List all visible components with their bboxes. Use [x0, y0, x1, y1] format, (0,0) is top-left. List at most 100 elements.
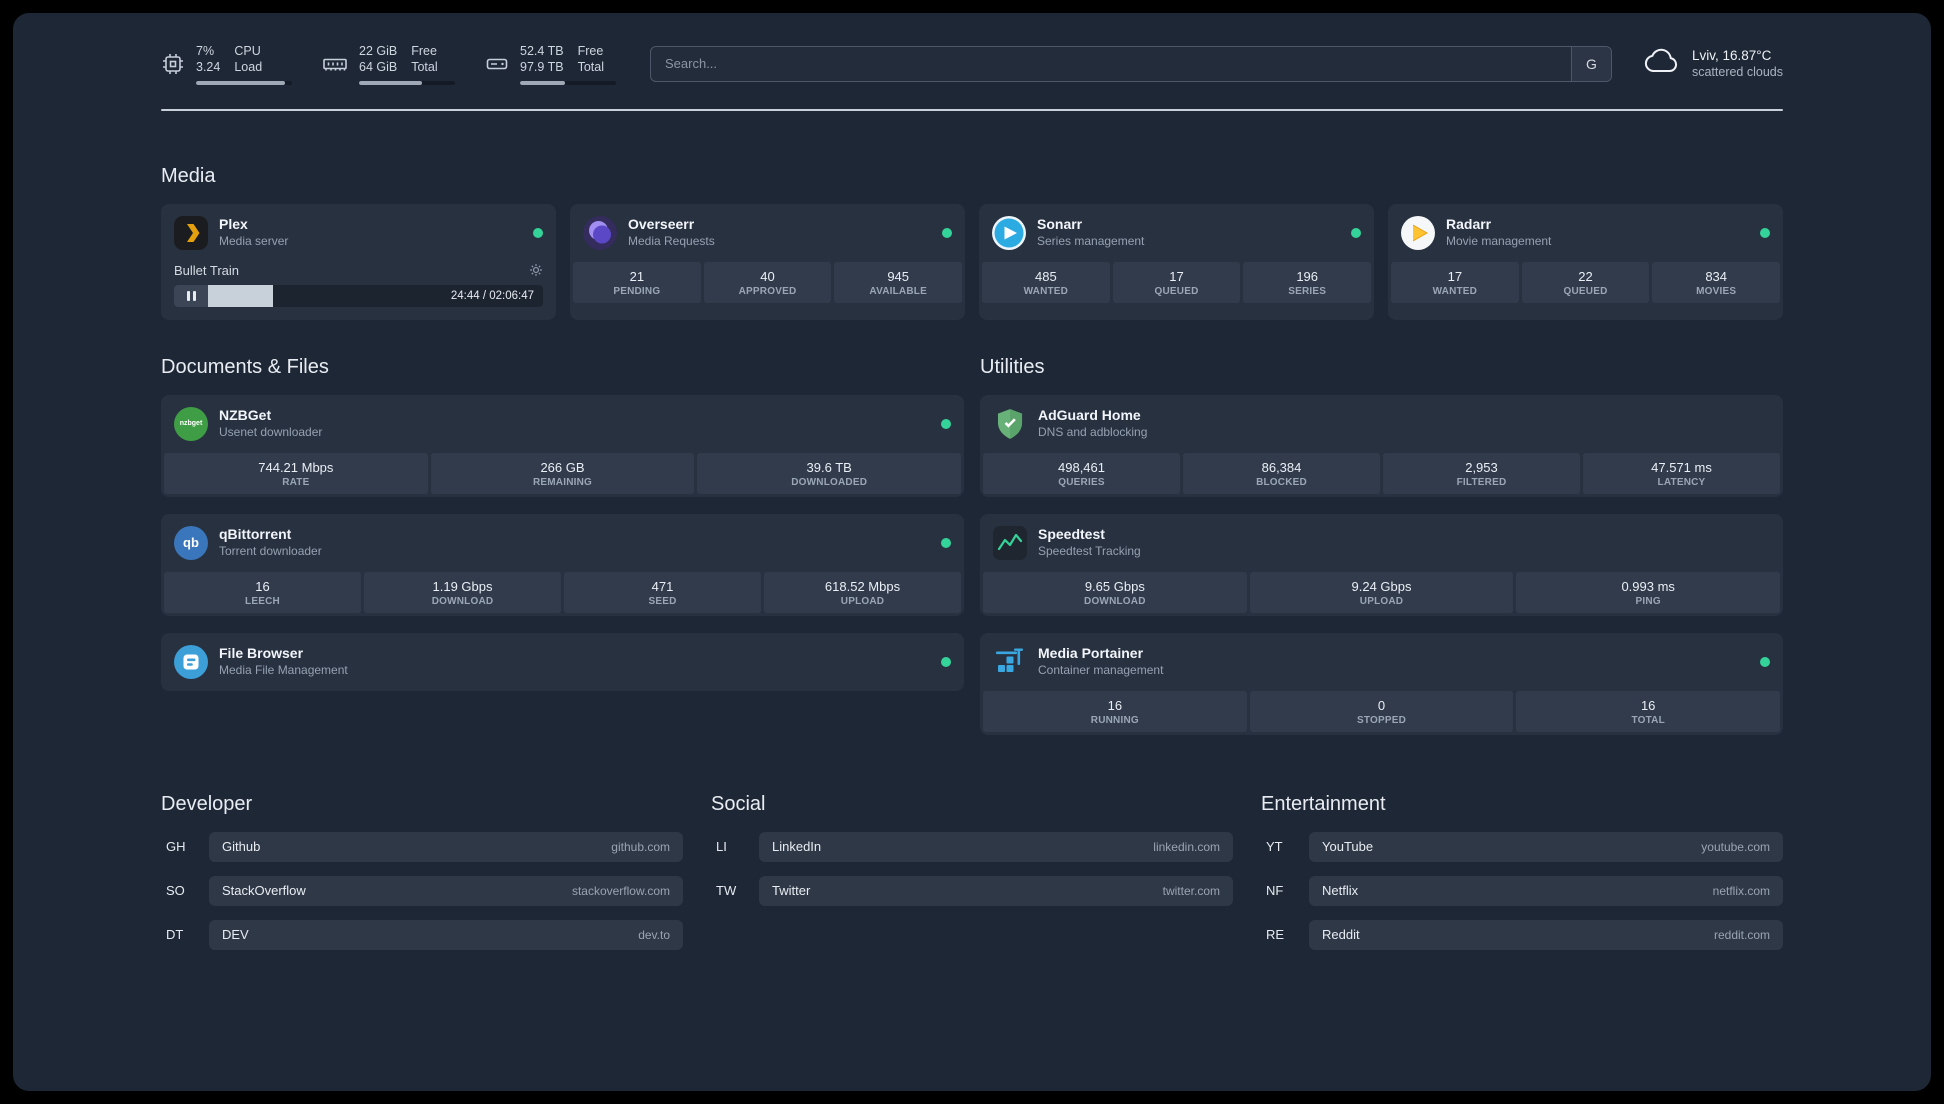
- stat-running: 16 RUNNING: [983, 690, 1247, 732]
- screenshot-frame: 7% 3.24 CPU Load 22 GiB 64 GiB Free Tota…: [0, 0, 1944, 1104]
- resource-labels: CPU Load: [234, 44, 263, 75]
- entertainment-section-title: Entertainment: [1261, 792, 1386, 815]
- bookmark-abbr: DT: [166, 927, 184, 942]
- bookmark-group-social: Social LI LinkedIn linkedin.com TW Twitt…: [711, 793, 1233, 964]
- service-desc: Media File Management: [219, 662, 348, 677]
- stat-queries: 498,461 QUERIES: [983, 452, 1180, 494]
- service-name: File Browser: [219, 645, 304, 662]
- bookmark-youtube: YT YouTube youtube.com: [1261, 831, 1783, 862]
- service-desc: Usenet downloader: [219, 424, 323, 439]
- stat-pending: 21 PENDING: [573, 261, 701, 303]
- stat-total: 16 TOTAL: [1516, 690, 1781, 732]
- playback-progress-fill: [208, 284, 274, 307]
- service-filebrowser[interactable]: File Browser Media File Management: [161, 633, 964, 691]
- bookmark-link-netflix[interactable]: Netflix netflix.com: [1309, 875, 1783, 906]
- bookmark-abbr: SO: [166, 883, 185, 898]
- bookmark-link-github[interactable]: Github github.com: [209, 831, 683, 862]
- stat-series: 196 SERIES: [1243, 261, 1372, 303]
- service-overseerr[interactable]: Overseerr Media Requests: [570, 204, 965, 262]
- utilities-section-title: Utilities: [980, 355, 1045, 378]
- media-section-title: Media: [161, 164, 216, 187]
- bookmark-link-reddit[interactable]: Reddit reddit.com: [1309, 919, 1783, 950]
- status-dot: [942, 227, 952, 238]
- status-dot: [941, 537, 951, 548]
- bookmark-link-stackoverflow[interactable]: StackOverflow stackoverflow.com: [209, 875, 683, 906]
- resource-labels: Free Total: [577, 44, 604, 75]
- resource-values: 7% 3.24: [196, 44, 221, 75]
- plex-icon: [174, 215, 208, 250]
- service-nzbget[interactable]: nzbget NZBGet Usenet downloader: [161, 395, 964, 453]
- status-dot: [1351, 227, 1361, 238]
- service-radarr[interactable]: Radarr Movie management: [1388, 204, 1783, 262]
- service-name: Sonarr: [1037, 216, 1083, 233]
- bookmark-reddit: RE Reddit reddit.com: [1261, 919, 1783, 950]
- bookmark-abbr: NF: [1266, 883, 1284, 898]
- bookmark-link-linkedin[interactable]: LinkedIn linkedin.com: [759, 831, 1233, 862]
- resource-labels: Free Total: [411, 44, 438, 75]
- bookmark-stackoverflow: SO StackOverflow stackoverflow.com: [161, 875, 683, 906]
- stat-upload: 618.52 Mbps UPLOAD: [764, 571, 961, 613]
- qbittorrent-icon-text: qb: [183, 535, 199, 550]
- disk-progress-bar: [520, 80, 616, 85]
- service-card-overseerr: Overseerr Media Requests 21 PENDING 40 A…: [570, 203, 965, 320]
- service-qbittorrent[interactable]: qb qBittorrent Torrent downloader: [161, 514, 964, 572]
- status-dot: [941, 418, 951, 429]
- service-name: Speedtest: [1038, 526, 1105, 543]
- search-input[interactable]: [650, 45, 1612, 82]
- service-portainer[interactable]: Media Portainer Container management: [980, 633, 1783, 691]
- stat-wanted: 485 WANTED: [982, 261, 1110, 303]
- stat-remaining: 266 GB REMAINING: [430, 452, 695, 494]
- search-provider-button[interactable]: G: [1570, 46, 1611, 81]
- social-section-title: Social: [711, 792, 766, 815]
- dashboard: 7% 3.24 CPU Load 22 GiB 64 GiB Free Tota…: [13, 13, 1931, 1091]
- service-name: Radarr: [1446, 216, 1492, 233]
- service-sonarr[interactable]: Sonarr Series management: [979, 204, 1374, 262]
- filebrowser-icon: [174, 644, 208, 679]
- bookmark-dev: DT DEV dev.to: [161, 919, 683, 950]
- qbittorrent-icon: qb: [174, 525, 208, 560]
- weather-location-temp: Lviv, 16.87°C: [1691, 48, 1772, 64]
- overseerr-icon: [583, 215, 617, 250]
- service-card-radarr: Radarr Movie management 17 WANTED 22 QUE…: [1388, 203, 1783, 320]
- stat-queued: 22 QUEUED: [1521, 261, 1650, 303]
- pause-button[interactable]: [174, 284, 208, 307]
- service-name: Media Portainer: [1038, 645, 1144, 662]
- stat-download: 1.19 Gbps DOWNLOAD: [364, 571, 561, 613]
- service-speedtest[interactable]: Speedtest Speedtest Tracking: [980, 514, 1783, 572]
- stat-available: 945 AVAILABLE: [834, 261, 963, 303]
- bookmark-link-dev[interactable]: DEV dev.to: [209, 919, 683, 950]
- memory-progress-bar: [359, 80, 455, 85]
- stat-upload: 9.24 Gbps UPLOAD: [1249, 571, 1514, 613]
- stat-wanted: 17 WANTED: [1391, 261, 1519, 303]
- nzbget-icon: nzbget: [174, 406, 208, 441]
- service-desc: Container management: [1038, 662, 1164, 677]
- service-plex[interactable]: Plex Media server: [161, 204, 556, 262]
- stat-queued: 17 QUEUED: [1112, 261, 1241, 303]
- gear-icon[interactable]: [529, 263, 543, 277]
- stat-stopped: 0 STOPPED: [1249, 690, 1514, 732]
- service-desc: Speedtest Tracking: [1038, 543, 1141, 558]
- stat-rate: 744.21 Mbps RATE: [164, 452, 428, 494]
- service-adguard[interactable]: AdGuard Home DNS and adblocking: [980, 395, 1783, 453]
- stat-approved: 40 APPROVED: [703, 261, 832, 303]
- speedtest-icon: [993, 525, 1027, 560]
- bookmark-group-entertainment: Entertainment YT YouTube youtube.com NF …: [1261, 793, 1783, 964]
- sonarr-icon: [992, 215, 1026, 250]
- bookmark-link-youtube[interactable]: YouTube youtube.com: [1309, 831, 1783, 862]
- bookmark-link-twitter[interactable]: Twitter twitter.com: [759, 875, 1233, 906]
- playback-time: 24:44 / 02:06:47: [450, 289, 534, 302]
- service-desc: DNS and adblocking: [1038, 424, 1148, 439]
- service-name: qBittorrent: [219, 526, 292, 543]
- playback-progress-bar[interactable]: 24:44 / 02:06:47: [208, 284, 543, 307]
- stat-blocked: 86,384 BLOCKED: [1183, 452, 1380, 494]
- cpu-icon: [161, 52, 185, 76]
- status-dot: [533, 227, 543, 238]
- service-name: Overseerr: [628, 216, 695, 233]
- portainer-icon: [993, 645, 1027, 679]
- stat-leech: 16 LEECH: [164, 571, 361, 613]
- bookmark-abbr: YT: [1266, 839, 1283, 854]
- service-desc: Series management: [1037, 233, 1145, 248]
- nzbget-icon-text: nzbget: [179, 420, 203, 427]
- status-dot: [1760, 227, 1770, 238]
- service-card-sonarr: Sonarr Series management 485 WANTED 17 Q…: [979, 203, 1374, 320]
